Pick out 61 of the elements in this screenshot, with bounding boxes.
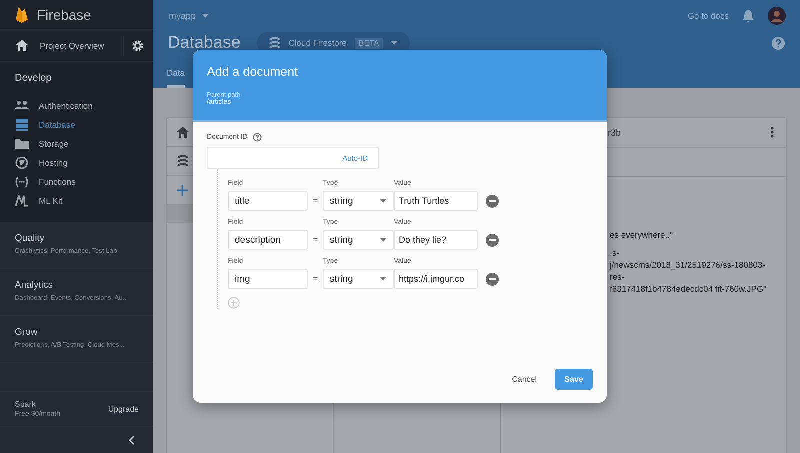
remove-icon[interactable] bbox=[486, 234, 499, 246]
section-heading[interactable]: Quality bbox=[15, 233, 153, 244]
settings-icon[interactable] bbox=[132, 40, 144, 52]
caret-icon bbox=[202, 14, 210, 18]
cancel-button[interactable]: Cancel bbox=[508, 371, 541, 388]
field-value-text: .s- bbox=[610, 247, 620, 259]
input-field[interactable]: Do they lie? bbox=[394, 230, 478, 250]
section-heading[interactable]: Grow bbox=[15, 327, 153, 338]
brand-name: Firebase bbox=[37, 6, 92, 22]
nav-item[interactable]: Database bbox=[0, 115, 153, 134]
bell-icon[interactable] bbox=[743, 10, 754, 22]
type-dropdown[interactable]: string bbox=[323, 191, 394, 211]
caret-icon bbox=[380, 277, 387, 281]
type-dropdown[interactable]: string bbox=[323, 269, 394, 289]
nav-item[interactable]: Functions bbox=[0, 172, 153, 191]
nav-item[interactable]: Authentication bbox=[0, 96, 153, 115]
dialog-title: Add a document bbox=[207, 65, 300, 79]
plan-name: Spark bbox=[15, 400, 37, 409]
remove-icon[interactable] bbox=[486, 194, 499, 208]
caret-icon bbox=[380, 199, 387, 203]
page-title: Database bbox=[168, 35, 241, 51]
help-icon[interactable] bbox=[772, 36, 785, 50]
caret-icon bbox=[380, 238, 387, 242]
section-heading: Develop bbox=[14, 73, 53, 84]
input-field[interactable]: title bbox=[228, 191, 308, 211]
globe-icon bbox=[15, 156, 29, 168]
equals-sign: = bbox=[312, 274, 320, 284]
field-value-text: res- bbox=[610, 271, 626, 283]
document-id: r3b bbox=[608, 128, 622, 138]
avatar-icon[interactable] bbox=[768, 7, 786, 25]
home-icon[interactable] bbox=[177, 126, 189, 138]
input-field[interactable]: Truth Turtles bbox=[394, 191, 478, 211]
input-field[interactable]: img bbox=[228, 269, 308, 289]
equals-sign: = bbox=[312, 196, 320, 206]
people-icon bbox=[15, 100, 29, 112]
field-value-text: f6317418f1b4784edecdc04.fit-760w.JPG" bbox=[610, 283, 768, 295]
chevron-left-icon[interactable] bbox=[129, 436, 135, 444]
beta-badge: BETA bbox=[354, 38, 384, 48]
nav-item[interactable]: ML Kit bbox=[0, 191, 153, 210]
brackets-icon bbox=[15, 176, 29, 188]
remove-icon[interactable] bbox=[486, 272, 499, 286]
section-heading[interactable]: Analytics bbox=[15, 280, 153, 291]
home-icon bbox=[16, 40, 28, 51]
equals-sign: = bbox=[312, 235, 320, 245]
nav-item[interactable]: Storage bbox=[0, 134, 153, 153]
more-icon[interactable] bbox=[771, 127, 774, 138]
layers-icon bbox=[268, 37, 281, 49]
server-icon bbox=[15, 118, 29, 130]
caret-icon bbox=[391, 41, 398, 45]
field-value-text: j/newscms/2018_31/2519276/ss-180803- bbox=[610, 259, 766, 271]
nav-item[interactable]: Hosting bbox=[0, 153, 153, 172]
input-field[interactable]: description bbox=[228, 230, 308, 250]
help-icon[interactable] bbox=[252, 132, 262, 142]
zigzag-icon bbox=[15, 194, 29, 206]
folder-icon bbox=[15, 138, 29, 150]
input-field[interactable]: https://i.imgur.co bbox=[394, 269, 478, 289]
layers-icon[interactable] bbox=[177, 155, 189, 167]
upgrade-button[interactable]: Upgrade bbox=[108, 402, 139, 416]
flame-icon bbox=[15, 6, 29, 24]
type-dropdown[interactable]: string bbox=[323, 230, 394, 250]
field-value-text: es everywhere.." bbox=[610, 229, 674, 241]
